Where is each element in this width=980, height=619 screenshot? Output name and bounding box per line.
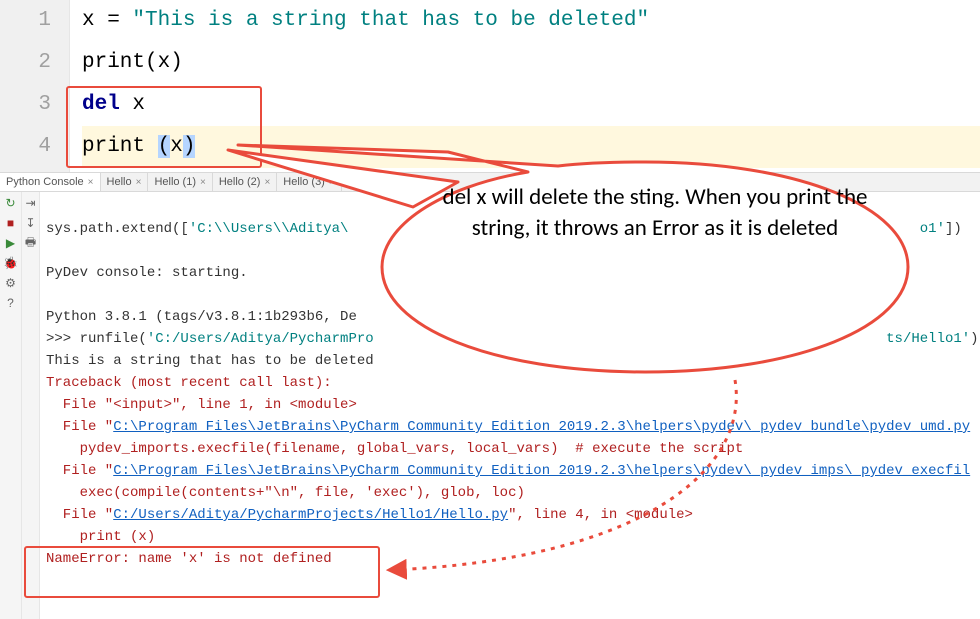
- file-link[interactable]: C:\Program Files\JetBrains\PyCharm Commu…: [113, 419, 970, 435]
- tab-label: Hello (2): [219, 176, 261, 188]
- paren-open: (: [158, 135, 171, 158]
- close-icon[interactable]: ×: [200, 177, 206, 188]
- fn-name: print: [82, 51, 145, 74]
- traceback-line: exec(compile(contents+"\n", file, 'exec'…: [46, 485, 525, 501]
- line-number: 4: [0, 126, 51, 168]
- code-line-2[interactable]: print(x): [82, 42, 980, 84]
- code-area[interactable]: x = "This is a string that has to be del…: [70, 0, 980, 172]
- console-line: This is a string that has to be deleted: [46, 353, 374, 369]
- console-line: sys.path.extend(['C:\\Users\\Aditya\ o1'…: [46, 221, 962, 237]
- line-number: 1: [0, 0, 51, 42]
- tab-hello[interactable]: Hello ×: [101, 173, 149, 191]
- identifier: x: [170, 135, 183, 158]
- close-icon[interactable]: ×: [88, 177, 94, 188]
- error-message: NameError: name 'x' is not defined: [46, 551, 332, 567]
- traceback-header: Traceback (most recent call last):: [46, 375, 332, 391]
- traceback-line: pydev_imports.execfile(filename, global_…: [46, 441, 743, 457]
- traceback-line: File "C:\Program Files\JetBrains\PyCharm…: [46, 419, 970, 435]
- keyword: del: [82, 93, 132, 116]
- console-line: PyDev console: starting.: [46, 265, 248, 281]
- traceback-line: File "C:\Program Files\JetBrains\PyCharm…: [46, 463, 970, 479]
- help-icon[interactable]: ?: [4, 296, 18, 310]
- tab-label: Python Console: [6, 176, 84, 188]
- paren-close: ): [183, 135, 196, 158]
- run-icon[interactable]: ▶: [4, 236, 18, 250]
- stop-icon[interactable]: ■: [4, 216, 18, 230]
- settings-icon[interactable]: ⚙: [4, 276, 18, 290]
- debug-icon[interactable]: 🐞: [4, 256, 18, 270]
- traceback-line: print (x): [46, 529, 155, 545]
- code-editor: 1 2 3 4 x = "This is a string that has t…: [0, 0, 980, 172]
- rerun-icon[interactable]: ↻: [4, 196, 18, 210]
- line-number: 3: [0, 84, 51, 126]
- code-line-1[interactable]: x = "This is a string that has to be del…: [82, 0, 980, 42]
- console-line: Python 3.8.1 (tags/v3.8.1:1b293b6, De: [46, 309, 357, 325]
- tab-hello-1[interactable]: Hello (1) ×: [148, 173, 212, 191]
- traceback-line: File "C:/Users/Aditya/PycharmProjects/He…: [46, 507, 693, 523]
- console-panel: ↻ ■ ▶ 🐞 ⚙ ? ⇥ ↧ 🖶 sys.path.extend(['C:\\…: [0, 192, 980, 619]
- tab-python-console[interactable]: Python Console ×: [0, 173, 101, 191]
- console-output[interactable]: sys.path.extend(['C:\\Users\\Aditya\ o1'…: [40, 192, 980, 619]
- file-link[interactable]: C:/Users/Aditya/PycharmProjects/Hello1/H…: [113, 507, 508, 523]
- code-line-3[interactable]: del x: [82, 84, 980, 126]
- file-link[interactable]: C:\Program Files\JetBrains\PyCharm Commu…: [113, 463, 970, 479]
- tab-hello-3[interactable]: Hello (3) ×: [277, 173, 341, 191]
- string-literal: "This is a string that has to be deleted…: [132, 9, 649, 32]
- console-tabstrip: Python Console × Hello × Hello (1) × Hello …: [0, 172, 980, 192]
- fn-args: (x): [145, 51, 183, 74]
- identifier: x: [132, 93, 145, 116]
- soft-wrap-icon[interactable]: ⇥: [24, 196, 38, 210]
- line-number: 2: [0, 42, 51, 84]
- code-line-4[interactable]: print (x): [82, 126, 980, 168]
- console-line: >>> runfile('C:/Users/Aditya/PycharmPro …: [46, 331, 979, 347]
- fn-name: print: [82, 135, 158, 158]
- tab-label: Hello: [107, 176, 132, 188]
- print-icon[interactable]: 🖶: [24, 236, 38, 250]
- line-gutter: 1 2 3 4: [0, 0, 70, 172]
- scroll-icon[interactable]: ↧: [24, 216, 38, 230]
- console-gutter: ⇥ ↧ 🖶: [22, 192, 40, 619]
- tab-label: Hello (3): [283, 176, 325, 188]
- tab-hello-2[interactable]: Hello (2)×: [213, 173, 277, 191]
- traceback-line: File "<input>", line 1, in <module>: [46, 397, 357, 413]
- tab-label: Hello (1): [154, 176, 196, 188]
- code-text: x =: [82, 9, 132, 32]
- close-icon[interactable]: ×: [136, 177, 142, 188]
- close-icon[interactable]: ×: [264, 177, 270, 188]
- close-icon[interactable]: ×: [329, 177, 335, 188]
- console-toolbar: ↻ ■ ▶ 🐞 ⚙ ?: [0, 192, 22, 619]
